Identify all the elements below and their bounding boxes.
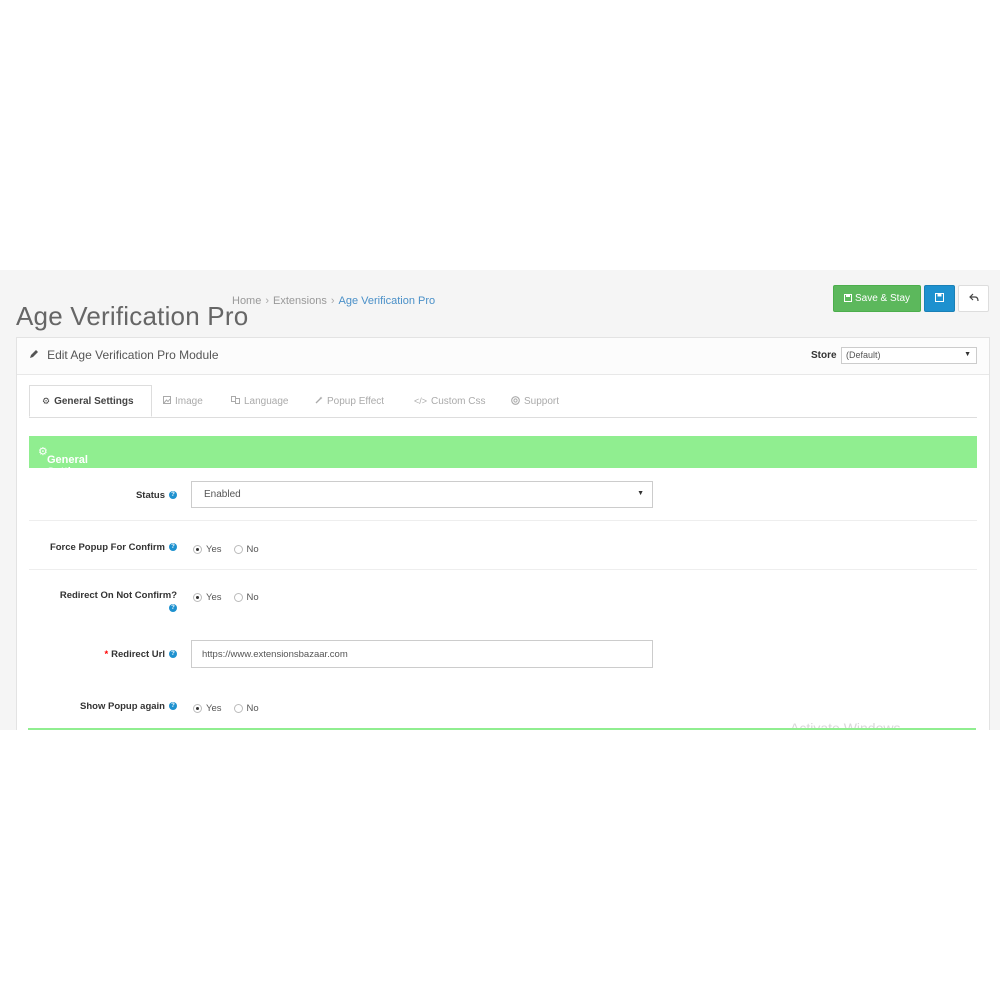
tab-label: Popup Effect: [327, 395, 385, 407]
show-popup-again-label: Show Popup again?: [80, 701, 177, 712]
caret-down-icon: ▼: [964, 351, 971, 358]
radio-label-yes: Yes: [206, 703, 222, 714]
tab-support[interactable]: Support: [499, 385, 571, 417]
floppy-icon: [843, 293, 852, 304]
save-button[interactable]: [924, 285, 955, 312]
radio-label-no: No: [246, 703, 259, 714]
redirect-not-confirm-help: ?: [165, 603, 177, 614]
help-icon[interactable]: ?: [169, 650, 177, 659]
tab-language[interactable]: Language: [219, 385, 301, 417]
floppy-icon: [935, 292, 944, 305]
status-select-value: Enabled: [204, 489, 241, 500]
status-label: Status?: [136, 490, 177, 501]
tab-custom-css[interactable]: </> Custom Css: [402, 385, 497, 417]
status-label-text: Status: [135, 490, 165, 501]
store-label: Store: [811, 350, 837, 361]
tab-label: Support: [524, 395, 560, 407]
panel-title-text: Edit Age Verification Pro Module: [47, 348, 219, 362]
help-icon[interactable]: ?: [169, 604, 177, 613]
cogs-icon: ⚙: [42, 395, 51, 406]
tab-label: Custom Css: [431, 395, 486, 407]
help-icon[interactable]: ?: [169, 491, 177, 500]
redirect-url-label: * Redirect Url?: [104, 649, 177, 660]
back-button[interactable]: [958, 285, 989, 312]
reply-icon: [968, 293, 979, 305]
breadcrumb-separator: ›: [265, 295, 270, 307]
module-panel: Edit Age Verification Pro Module Store (…: [16, 337, 990, 730]
redirect-not-confirm-no-radio[interactable]: [233, 593, 243, 602]
radio-label-yes: Yes: [206, 592, 222, 603]
radio-label-no: No: [246, 592, 259, 603]
breadcrumb-separator: ›: [330, 295, 335, 307]
force-popup-radio-group: Yes No: [193, 544, 271, 555]
radio-label-yes: Yes: [206, 544, 222, 555]
breadcrumb-home[interactable]: Home: [232, 295, 261, 307]
force-popup-label: Force Popup For Confirm?: [50, 542, 177, 553]
panel-title: Edit Age Verification Pro Module: [29, 348, 219, 362]
breadcrumb: Home › Extensions › Age Verification Pro: [232, 295, 435, 307]
language-icon: [231, 396, 240, 406]
force-popup-label-text: Force Popup For Confirm: [49, 542, 165, 553]
status-select[interactable]: Enabled ▼: [191, 481, 653, 508]
caret-down-icon: ▼: [637, 490, 644, 497]
tab-general-settings[interactable]: ⚙ General Settings: [29, 385, 152, 417]
code-icon: </>: [414, 396, 428, 406]
required-marker: *: [104, 649, 109, 660]
tab-popup-effect[interactable]: Popup Effect: [303, 385, 396, 417]
admin-screen: Age Verification Pro Home › Extensions › Age…: [0, 270, 1000, 730]
save-and-stay-button[interactable]: Save & Stay: [833, 285, 921, 312]
redirect-not-confirm-radio-group: Yes No: [193, 592, 271, 603]
help-icon[interactable]: ?: [169, 702, 177, 711]
tab-label: General Settings: [54, 395, 134, 407]
radio-label-no: No: [246, 544, 259, 555]
section-bottom-border: [28, 728, 976, 730]
redirect-not-confirm-label-text: Redirect On Not Confirm?: [59, 590, 177, 601]
tab-label: Language: [244, 395, 289, 407]
tab-bar: ⚙ General Settings Image Language Popup E…: [29, 385, 977, 418]
magic-icon: [315, 396, 323, 406]
section-title: ⚙ General Settings: [38, 446, 91, 478]
panel-heading: Edit Age Verification Pro Module Store (…: [17, 338, 989, 375]
support-icon: [511, 395, 520, 407]
show-popup-again-yes-radio[interactable]: [193, 704, 202, 713]
breadcrumb-current[interactable]: Age Verification Pro: [339, 295, 436, 307]
save-and-stay-label: Save & Stay: [854, 293, 911, 304]
redirect-not-confirm-label: Redirect On Not Confirm?: [60, 590, 177, 601]
page-title: Age Verification Pro: [16, 301, 249, 332]
row-divider: [29, 569, 977, 570]
help-icon[interactable]: ?: [169, 543, 177, 552]
section-title-text: General Settings: [47, 454, 91, 478]
image-icon: [163, 396, 171, 406]
row-divider: [29, 520, 977, 521]
show-popup-again-label-text: Show Popup again: [80, 701, 165, 712]
store-select[interactable]: (Default) ▼: [841, 347, 977, 364]
redirect-url-input[interactable]: [191, 640, 653, 668]
redirect-url-label-text: Redirect Url: [111, 649, 165, 660]
pencil-icon: [29, 350, 42, 362]
section-header: ⚙ General Settings: [29, 436, 977, 478]
store-select-value: (Default): [846, 350, 881, 360]
force-popup-yes-radio[interactable]: [193, 545, 202, 554]
redirect-not-confirm-yes-radio[interactable]: [193, 593, 202, 602]
tab-image[interactable]: Image: [151, 385, 215, 417]
tab-label: Image: [175, 395, 203, 407]
breadcrumb-extensions[interactable]: Extensions: [273, 295, 327, 307]
show-popup-again-radio-group: Yes No: [193, 703, 271, 714]
force-popup-no-radio[interactable]: [233, 545, 243, 554]
show-popup-again-no-radio[interactable]: [233, 704, 243, 713]
